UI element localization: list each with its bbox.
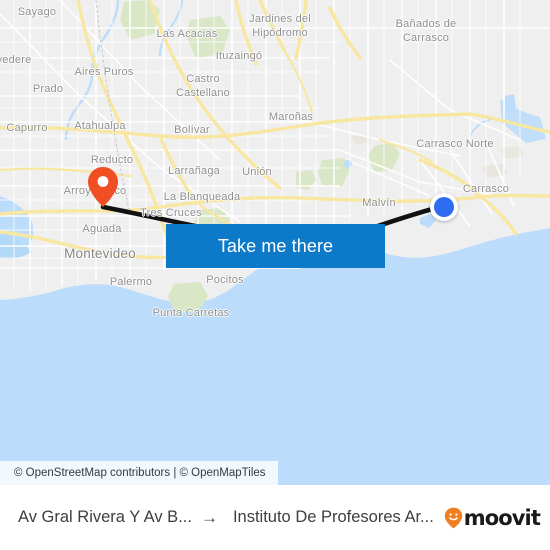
moovit-trip-map-screen: Sayago Las Acacias Jardines del Hipódromo Ba… [0,0,550,550]
trip-summary-bar: Av Gral Rivera Y Av B... → Instituto De … [0,485,550,550]
take-me-there-button[interactable]: Take me there [166,224,385,268]
map-attribution[interactable]: © OpenStreetMap contributors | © OpenMap… [0,461,278,485]
destination-marker-dot[interactable] [430,193,458,221]
map-canvas[interactable]: Sayago Las Acacias Jardines del Hipódromo Ba… [0,0,550,485]
arrow-right-icon: → [200,508,218,527]
trip-origin-label[interactable]: Av Gral Rivera Y Av B... [18,508,192,527]
moovit-pin-icon [444,507,462,528]
origin-marker-pin[interactable] [88,167,118,207]
map-pin-icon [88,167,118,207]
trip-destination-label[interactable]: Instituto De Profesores Ar... [233,508,434,527]
moovit-wordmark: moovit [463,505,541,530]
moovit-logo[interactable]: moovit [444,505,541,530]
map-park-lake [344,160,352,168]
